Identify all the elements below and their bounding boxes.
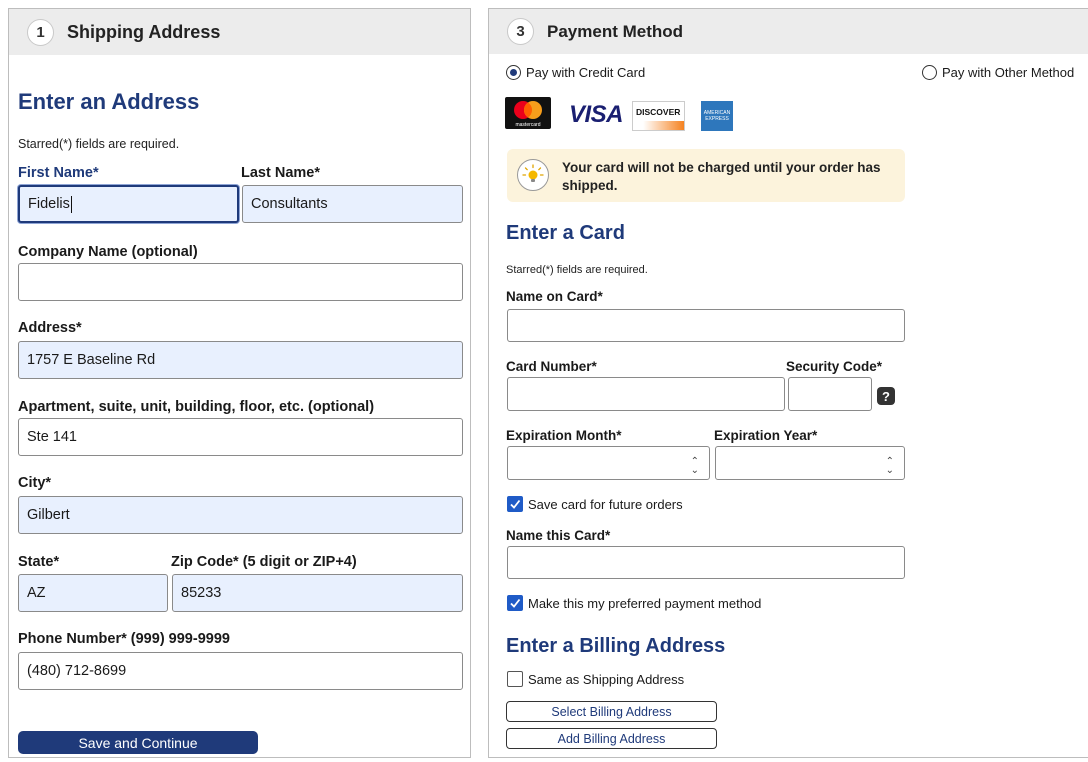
state-label: State* (18, 554, 60, 570)
up-down-chevron-icon: ⌃ ⌄ (690, 456, 699, 476)
company-input[interactable] (18, 263, 463, 301)
discover-text: DISCOVER (636, 107, 681, 117)
save-card-label: Save card for future orders (528, 496, 683, 512)
other-method-option-label: Pay with Other Method (942, 65, 1075, 80)
save-and-continue-button[interactable]: Save and Continue (18, 731, 258, 754)
card-heading: Enter a Card (506, 222, 625, 244)
card-number-label: Card Number* (506, 359, 597, 374)
step-title: Shipping Address (67, 21, 221, 42)
address-input[interactable]: 1757 E Baseline Rd (18, 341, 463, 379)
same-as-shipping-option[interactable]: Same as Shipping Address (507, 671, 684, 687)
pay-credit-card-option[interactable]: Pay with Credit Card (506, 65, 645, 80)
save-card-option[interactable]: Save card for future orders (507, 496, 683, 512)
security-code-label: Security Code* (786, 359, 883, 374)
shipping-address-panel: 1 Shipping Address Enter an Address Star… (8, 8, 471, 758)
city-label: City* (18, 475, 52, 491)
company-label: Company Name (optional) (18, 244, 198, 260)
exp-year-select[interactable]: ⌃ ⌄ (715, 446, 905, 480)
mastercard-logo: mastercard (505, 97, 551, 129)
address-label: Address* (18, 320, 82, 336)
state-input[interactable]: AZ (18, 574, 168, 612)
credit-card-option-label: Pay with Credit Card (526, 65, 646, 80)
text-caret (70, 195, 72, 213)
last-name-value: Consultants (251, 196, 328, 212)
address-value: 1757 E Baseline Rd (27, 352, 156, 368)
name-this-card-label: Name this Card* (506, 528, 611, 543)
checkmark-icon (510, 598, 521, 608)
name-on-card-label: Name on Card* (506, 289, 603, 304)
up-down-chevron-icon: ⌃ ⌄ (885, 456, 894, 476)
payment-step-header: 3 Payment Method (489, 9, 1088, 54)
apartment-label: Apartment, suite, unit, building, floor,… (18, 399, 375, 415)
select-billing-address-button[interactable]: Select Billing Address (506, 701, 717, 722)
add-billing-address-button[interactable]: Add Billing Address (506, 728, 717, 749)
last-name-label: Last Name* (241, 165, 320, 181)
svg-text:mastercard: mastercard (515, 122, 540, 128)
preferred-payment-checkbox[interactable] (507, 595, 523, 611)
last-name-input[interactable]: Consultants (242, 185, 463, 223)
same-as-shipping-label: Same as Shipping Address (528, 671, 685, 687)
city-input[interactable]: Gilbert (18, 496, 463, 534)
amex-logo: AMERICAN EXPRESS (701, 101, 733, 131)
preferred-payment-label: Make this my preferred payment method (528, 595, 762, 611)
mastercard-icon: mastercard (514, 101, 542, 128)
zip-label: Zip Code* (5 digit or ZIP+4) (171, 554, 357, 570)
first-name-input[interactable]: Fidelis (18, 185, 239, 223)
required-note: Starred(*) fields are required. (18, 137, 180, 151)
first-name-label: First Name* (18, 165, 99, 181)
step-number-badge: 3 (507, 18, 534, 45)
lightbulb-icon (517, 159, 549, 191)
shipping-step-header: 1 Shipping Address (9, 9, 470, 55)
name-on-card-input[interactable] (507, 309, 905, 342)
step-title: Payment Method (547, 21, 684, 41)
same-as-shipping-checkbox[interactable] (507, 671, 523, 687)
address-heading: Enter an Address (18, 89, 200, 114)
exp-month-label: Expiration Month* (506, 428, 622, 443)
first-name-value: Fidelis (28, 196, 70, 212)
name-this-card-input[interactable] (507, 546, 905, 579)
other-method-radio[interactable] (922, 65, 937, 80)
step-number-badge: 1 (27, 18, 54, 46)
exp-month-select[interactable]: ⌃ ⌄ (507, 446, 710, 480)
phone-value: (480) 712-8699 (27, 663, 127, 679)
save-card-checkbox[interactable] (507, 496, 523, 512)
city-value: Gilbert (27, 507, 70, 523)
payment-method-panel: 3 Payment Method Pay with Credit Card Pa… (488, 8, 1088, 758)
discover-logo: DISCOVER (632, 101, 685, 131)
state-value: AZ (27, 585, 46, 601)
checkmark-icon (510, 499, 521, 509)
notice-text: Your card will not be charged until your… (562, 160, 881, 193)
security-code-input[interactable] (788, 377, 872, 411)
billing-heading: Enter a Billing Address (506, 635, 726, 657)
required-note: Starred(*) fields are required. (506, 264, 648, 276)
question-help-icon[interactable]: ? (877, 387, 895, 405)
charge-notice: Your card will not be charged until your… (507, 149, 905, 202)
zip-value: 85233 (181, 585, 222, 601)
preferred-payment-option[interactable]: Make this my preferred payment method (507, 595, 761, 611)
apartment-input[interactable]: Ste 141 (18, 418, 463, 456)
visa-logo: VISA (569, 101, 624, 128)
radio-selected-dot (510, 69, 517, 76)
credit-card-radio[interactable] (506, 65, 521, 80)
phone-label: Phone Number* (999) 999-9999 (18, 631, 230, 647)
apartment-value: Ste 141 (27, 429, 77, 445)
pay-other-method-option[interactable]: Pay with Other Method (922, 65, 1074, 80)
discover-stripe (633, 121, 684, 130)
phone-input[interactable]: (480) 712-8699 (18, 652, 463, 690)
card-number-input[interactable] (507, 377, 785, 411)
zip-input[interactable]: 85233 (172, 574, 463, 612)
exp-year-label: Expiration Year* (714, 428, 818, 443)
